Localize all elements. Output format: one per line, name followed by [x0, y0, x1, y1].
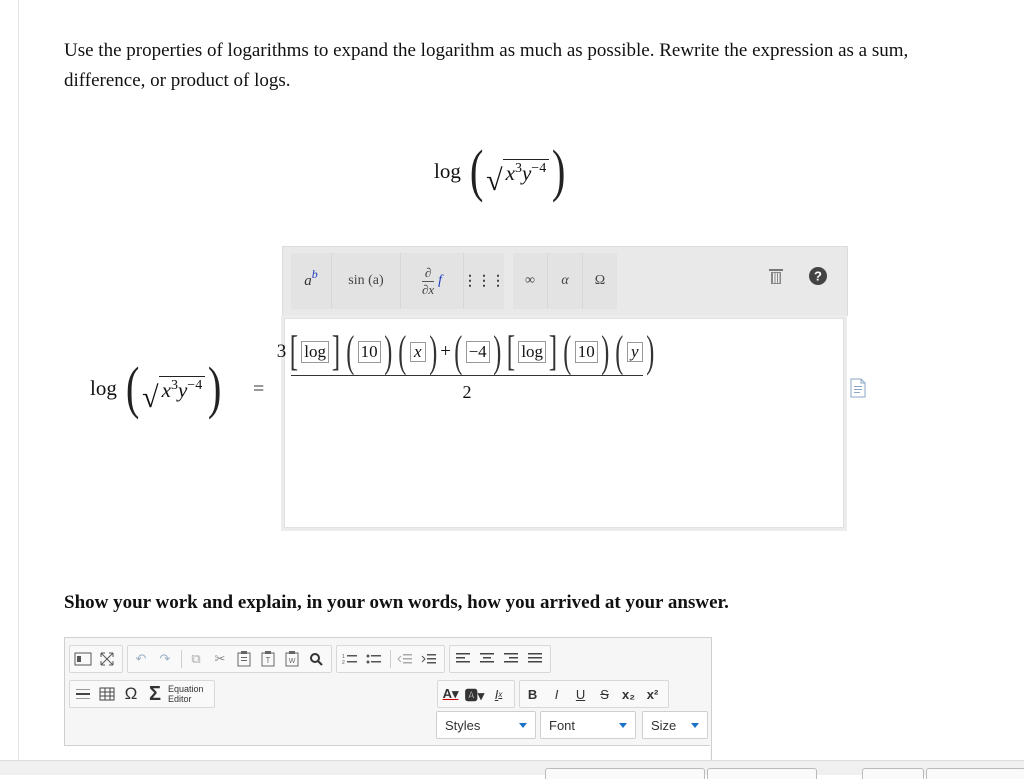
power-button[interactable]: ab [291, 253, 332, 309]
left-paren: ( [125, 355, 140, 420]
editor-toolbar-row1: ↶ ↷ ⧉ ✂ T W 12 [69, 645, 555, 673]
bold-button[interactable]: B [522, 682, 544, 706]
equals-sign: = [253, 378, 265, 400]
document-icon[interactable] [850, 378, 866, 403]
strikethrough-button[interactable]: S [594, 682, 616, 706]
align-right-icon[interactable] [500, 647, 522, 671]
trash-icon[interactable] [765, 265, 787, 287]
radicand: x3y−4 [158, 375, 206, 407]
log-word: log [434, 158, 461, 183]
math-toolbar: ab sin (a) ∂ ∂x f ⋮⋮⋮ ∞ α Ω ? [282, 246, 848, 316]
derivative-button[interactable]: ∂ ∂x f [401, 253, 464, 309]
toolbar-group-basic: B I U S x₂ x² [518, 680, 669, 708]
source-icon[interactable] [72, 647, 94, 671]
base-box[interactable]: 10 [357, 341, 381, 363]
svg-text:T: T [266, 656, 271, 665]
coef-box[interactable]: −4 [465, 341, 490, 363]
question-text: Use the properties of logarithms to expa… [64, 40, 909, 91]
remove-format-icon[interactable]: Ix [488, 682, 510, 706]
radical-icon: √ [486, 163, 503, 197]
symbol-button[interactable]: Ω [583, 253, 617, 309]
underline-button[interactable]: U [570, 682, 592, 706]
subscript-button[interactable]: x₂ [618, 682, 640, 706]
given-expression: log ( √ x3y−4 ) [434, 138, 569, 204]
lhs-expression: log ( √ x3y−4 ) [90, 355, 225, 421]
align-center-icon[interactable] [476, 647, 498, 671]
cut-icon[interactable]: ✂ [209, 647, 231, 671]
infinity-button[interactable]: ∞ [513, 253, 548, 309]
dropdown-arrow-icon [691, 722, 699, 728]
greek-button[interactable]: α [548, 253, 583, 309]
rich-text-editor: ↶ ↷ ⧉ ✂ T W 12 Ω Σ Equation Editor A▾ 🅰▾… [64, 637, 712, 761]
dropdown-arrow-icon [619, 722, 627, 728]
left-paren: ( [469, 138, 484, 203]
toolbar-group-view [69, 645, 123, 673]
size-dropdown[interactable]: Size [642, 711, 708, 739]
y-box[interactable]: y [627, 342, 643, 362]
find-icon[interactable] [305, 647, 327, 671]
log-box[interactable]: log [301, 341, 330, 363]
justify-icon[interactable] [524, 647, 546, 671]
toolbar-group-colors: A▾ 🅰▾ Ix [436, 680, 515, 708]
table-icon[interactable] [96, 682, 118, 706]
paste-word-icon[interactable]: W [281, 647, 303, 671]
toolbar-group-insert: Ω Σ Equation Editor [69, 680, 215, 708]
bulleted-list-icon[interactable] [363, 647, 385, 671]
svg-text:2: 2 [342, 660, 345, 666]
numbered-list-icon[interactable]: 12 [339, 647, 361, 671]
omega-icon[interactable]: Ω [120, 682, 142, 706]
paste-icon[interactable] [233, 647, 255, 671]
fraction-denominator: 2 [462, 382, 472, 402]
tool-group-main: ab sin (a) ∂ ∂x f ⋮⋮⋮ [291, 253, 505, 309]
trig-button[interactable]: sin (a) [332, 253, 401, 309]
left-divider [18, 0, 19, 760]
copy-icon[interactable]: ⧉ [185, 647, 207, 671]
help-icon[interactable]: ? [807, 265, 829, 287]
svg-text:W: W [289, 658, 296, 665]
matrix-button[interactable]: ⋮⋮⋮ [463, 253, 505, 309]
work-prompt: Show your work and explain, in your own … [64, 592, 729, 613]
sigma-icon[interactable]: Σ [144, 682, 166, 706]
log-box[interactable]: log [518, 341, 547, 363]
answer-input[interactable]: 3 [log] (10) (x) + (−4) [log] (10) (y) 2 [276, 318, 844, 528]
maximize-icon[interactable] [96, 647, 118, 671]
paste-text-icon[interactable]: T [257, 647, 279, 671]
answer-fraction: 3 [log] (10) (x) + (−4) [log] (10) (y) 2 [276, 327, 654, 403]
tool-group-symbols: ∞ α Ω [513, 253, 617, 309]
svg-text:?: ? [814, 269, 822, 284]
redo-icon[interactable]: ↷ [154, 647, 176, 671]
right-paren: ) [208, 355, 222, 420]
fraction-bar [291, 375, 643, 376]
italic-button[interactable]: I [546, 682, 568, 706]
toolbar-group-lists: 12 [336, 645, 445, 673]
toolbar-group-align [449, 645, 551, 673]
background-color-button[interactable]: 🅰▾ [464, 682, 486, 706]
font-dropdown[interactable]: Font [540, 711, 636, 739]
log-word: log [90, 375, 117, 400]
dropdown-arrow-icon [519, 722, 527, 728]
fraction-numerator: 3 [log] (10) (x) + (−4) [log] (10) (y) [276, 327, 654, 376]
horizontal-rule-icon[interactable] [72, 682, 94, 706]
undo-icon[interactable]: ↶ [130, 647, 152, 671]
indent-icon[interactable] [418, 647, 440, 671]
editor-toolbar-row2: Ω Σ Equation Editor A▾ 🅰▾ Ix B I U S x₂ x… [69, 680, 673, 708]
outdent-icon[interactable] [394, 647, 416, 671]
text-color-button[interactable]: A▾ [440, 682, 462, 706]
radicand: x3y−4 [502, 158, 550, 190]
editor-body[interactable] [64, 745, 710, 760]
sqrt: √ x3y−4 [142, 370, 206, 412]
styles-dropdown[interactable]: Styles [436, 711, 536, 739]
base-box[interactable]: 10 [574, 341, 598, 363]
toolbar-group-clipboard: ↶ ↷ ⧉ ✂ T W [127, 645, 332, 673]
superscript-button[interactable]: x² [642, 682, 664, 706]
align-left-icon[interactable] [452, 647, 474, 671]
x-box[interactable]: x [409, 342, 426, 362]
right-paren: ) [552, 138, 566, 203]
radical-icon: √ [142, 380, 159, 414]
sqrt: √ x3y−4 [486, 153, 550, 195]
equation-editor-button[interactable]: Equation Editor [168, 682, 210, 706]
